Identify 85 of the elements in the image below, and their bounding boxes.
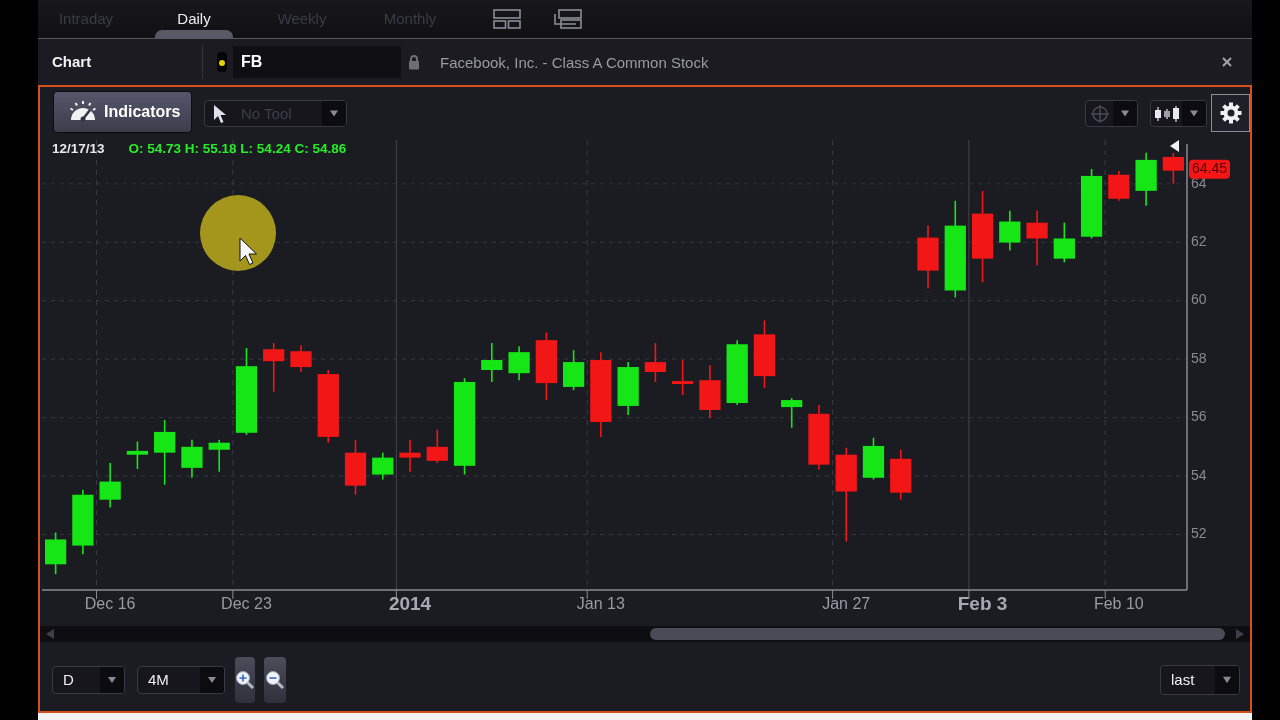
symbol-field[interactable]: FB bbox=[233, 46, 401, 78]
mouse-cursor-icon bbox=[200, 195, 276, 271]
x-axis-label: Feb 3 bbox=[957, 593, 1008, 614]
caret-icon bbox=[1215, 665, 1239, 694]
y-axis-label: 58 bbox=[1191, 349, 1207, 366]
lock-icon bbox=[408, 54, 420, 70]
candlestick bbox=[999, 209, 1021, 252]
crosshair-icon bbox=[1090, 104, 1109, 123]
candlestick bbox=[508, 345, 530, 381]
candlestick bbox=[1026, 209, 1048, 267]
candlestick bbox=[726, 339, 748, 406]
candlestick bbox=[72, 488, 94, 556]
zoom-in-button[interactable] bbox=[235, 656, 255, 703]
candlestick bbox=[1135, 152, 1157, 207]
candlestick bbox=[1108, 170, 1130, 202]
range-dropdown[interactable]: 4M bbox=[137, 665, 225, 694]
candlestick bbox=[1162, 152, 1184, 185]
y-axis-label: 56 bbox=[1191, 408, 1207, 425]
candlestick bbox=[45, 531, 67, 575]
zoom-out-icon bbox=[265, 669, 285, 690]
candlestick bbox=[1080, 168, 1103, 240]
tab[interactable]: Daily bbox=[146, 0, 242, 38]
pointer-icon bbox=[213, 104, 227, 124]
caret-icon bbox=[100, 666, 124, 693]
candlestick bbox=[181, 439, 203, 479]
status-light-icon bbox=[217, 52, 227, 72]
x-axis-label: Jan 27 bbox=[822, 595, 871, 613]
candlestick bbox=[753, 319, 776, 389]
zoom-out-button[interactable] bbox=[264, 656, 286, 703]
x-axis-label: Dec 16 bbox=[84, 595, 136, 613]
candlestick bbox=[426, 429, 448, 464]
candlestick bbox=[781, 397, 803, 429]
candlestick bbox=[535, 331, 557, 401]
readout-date: 12/17/13 bbox=[52, 141, 105, 156]
candlestick bbox=[290, 344, 312, 373]
split-layout-icon[interactable] bbox=[493, 9, 521, 29]
y-axis-label: 62 bbox=[1191, 233, 1207, 249]
price-pointer-icon bbox=[1170, 140, 1179, 152]
candlestick bbox=[890, 448, 912, 501]
candlestick bbox=[699, 364, 721, 419]
x-axis-label: Dec 23 bbox=[221, 595, 272, 613]
panel-title: Chart bbox=[38, 45, 203, 79]
indicators-button[interactable]: Indicators bbox=[53, 91, 192, 133]
close-icon[interactable] bbox=[1222, 57, 1232, 67]
price-type-dropdown[interactable]: last bbox=[1160, 664, 1240, 695]
candlestick bbox=[344, 439, 367, 496]
candlestick bbox=[126, 440, 149, 470]
candlestick bbox=[208, 439, 230, 473]
candlestick bbox=[808, 404, 830, 471]
x-axis-label: Feb 10 bbox=[1093, 595, 1144, 613]
candlestick bbox=[644, 342, 667, 383]
gauge-icon bbox=[70, 101, 96, 123]
security-name: Facebook, Inc. - Class A Common Stock bbox=[440, 53, 709, 71]
y-axis-label: 60 bbox=[1191, 291, 1207, 308]
y-axis-label: 54 bbox=[1191, 466, 1207, 483]
candlestick bbox=[399, 439, 421, 473]
scrollbar-thumb[interactable] bbox=[650, 628, 1225, 640]
candlestick bbox=[862, 436, 885, 481]
last-price-tag: 64.45 bbox=[1189, 159, 1230, 179]
candlestick bbox=[563, 349, 585, 391]
scrollbar-track[interactable] bbox=[40, 626, 1250, 642]
caret-icon bbox=[1113, 101, 1137, 126]
candlestick bbox=[263, 342, 285, 393]
candlestick bbox=[154, 419, 176, 486]
candlestick bbox=[99, 462, 121, 509]
period-dropdown[interactable]: D bbox=[52, 665, 125, 694]
ohlc-values: O: 54.73 H: 55.18 L: 54.24 C: 54.86 bbox=[128, 141, 347, 156]
caret-icon bbox=[200, 666, 224, 693]
caret-icon bbox=[1182, 101, 1206, 126]
candlestick bbox=[672, 359, 694, 396]
settings-button[interactable] bbox=[1211, 94, 1250, 132]
x-axis-label: Jan 13 bbox=[576, 595, 625, 613]
candlestick bbox=[481, 342, 503, 383]
stacked-windows-icon[interactable] bbox=[554, 9, 582, 29]
chart-type-dropdown[interactable] bbox=[1150, 100, 1207, 127]
y-axis-label: 52 bbox=[1191, 525, 1207, 542]
zoom-in-icon bbox=[235, 669, 255, 690]
caret-icon bbox=[322, 101, 346, 126]
candlestick bbox=[372, 451, 394, 481]
x-axis-label: 2014 bbox=[388, 593, 432, 614]
candlestick bbox=[1053, 221, 1075, 264]
candlestick bbox=[917, 224, 939, 290]
candlestick bbox=[617, 361, 639, 416]
candlestick-icon bbox=[1153, 105, 1180, 122]
settings-icon bbox=[1219, 102, 1242, 124]
